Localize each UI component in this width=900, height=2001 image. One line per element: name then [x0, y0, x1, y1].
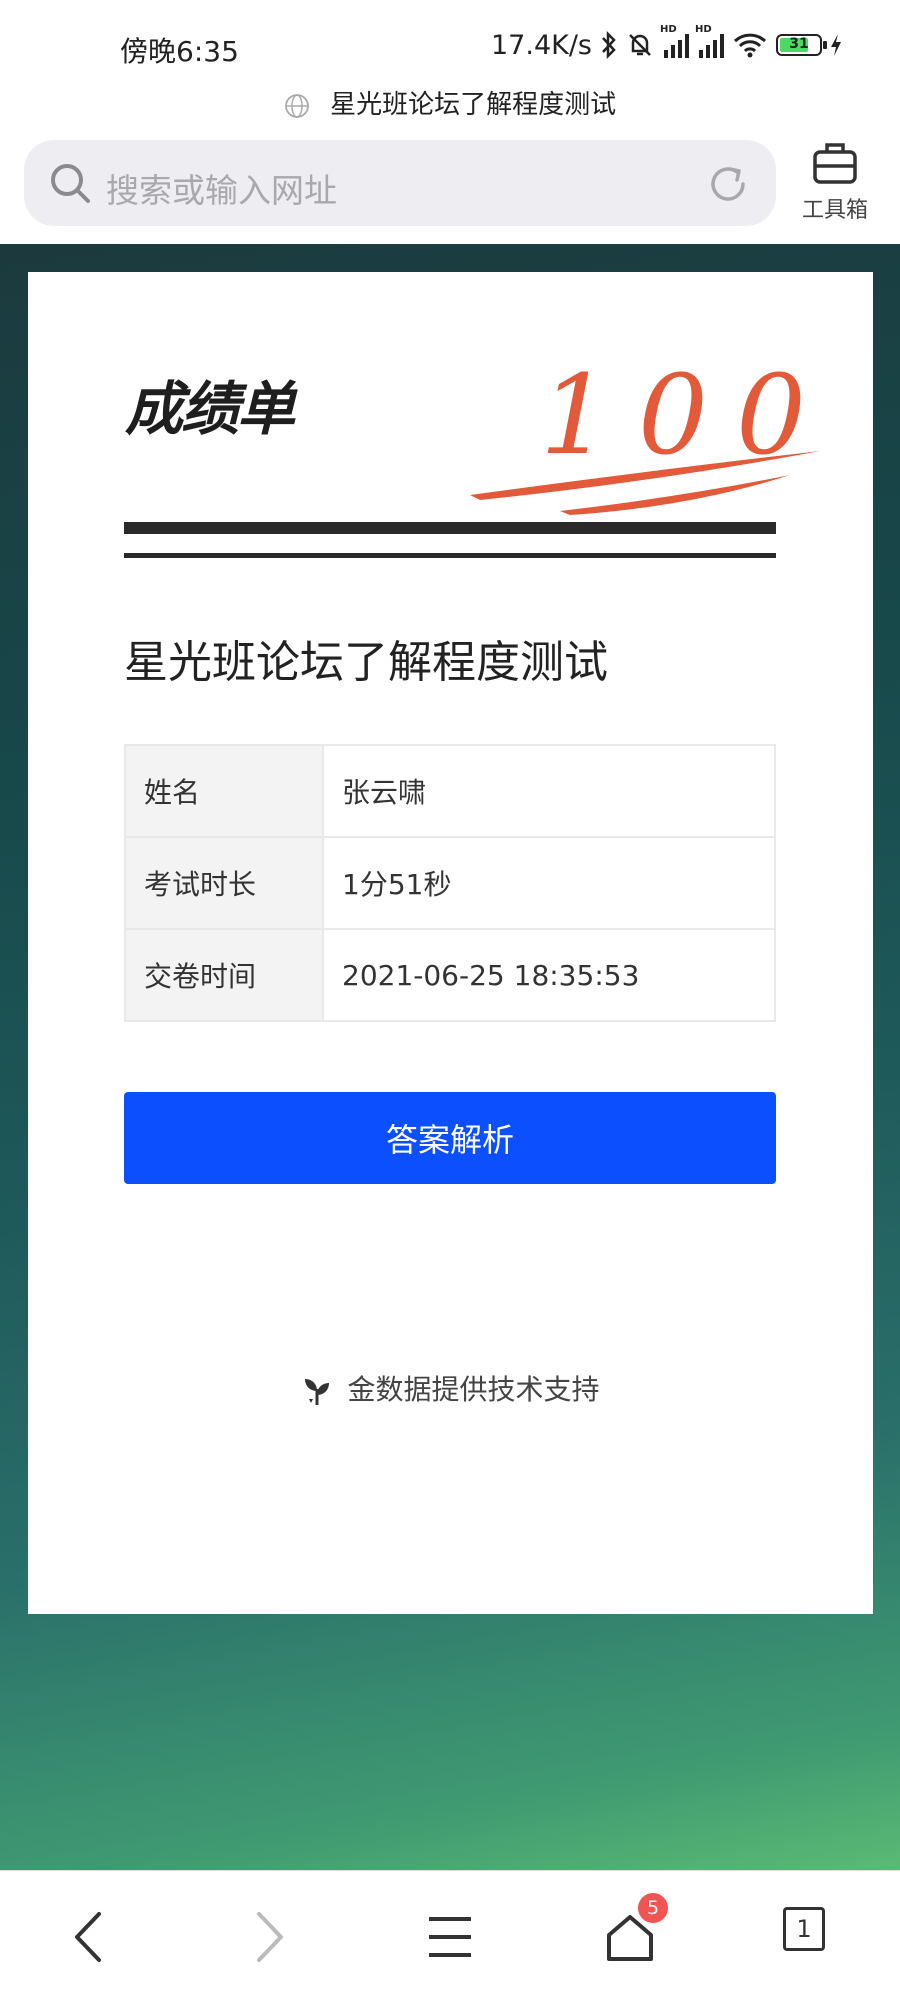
answer-analysis-button[interactable]: 答案解析	[124, 1092, 776, 1184]
notification-badge: 5	[638, 1893, 668, 1923]
chevron-right-icon	[257, 1912, 283, 1962]
signal-2-icon: HD	[695, 24, 724, 58]
table-row: 交卷时间 2021-06-25 18:35:53	[124, 928, 776, 1022]
url-bar[interactable]: 搜索或输入网址	[24, 140, 776, 226]
report-logo: 成绩单	[125, 375, 295, 443]
toolbox-icon	[813, 143, 857, 184]
net-speed: 17.4K/s	[491, 29, 592, 61]
bluetooth-icon	[602, 31, 616, 59]
sprout-icon	[304, 1379, 329, 1405]
support-text[interactable]: 金数据提供技术支持	[347, 1373, 599, 1406]
row-key: 考试时长	[124, 836, 324, 930]
table-row: 姓名 张云啸	[124, 744, 776, 838]
menu-icon	[429, 1917, 471, 1957]
toolbox-label: 工具箱	[801, 198, 868, 223]
divider-thin	[124, 553, 776, 558]
globe-icon	[284, 93, 309, 118]
table-row: 考试时长 1分51秒	[124, 836, 776, 930]
quiz-title: 星光班论坛了解程度测试	[124, 637, 608, 688]
row-value: 1分51秒	[322, 836, 776, 930]
tab-count: 1	[783, 1907, 825, 1951]
row-key: 姓名	[124, 744, 324, 838]
refresh-icon[interactable]	[706, 162, 750, 206]
signal-1-icon: HD	[660, 24, 689, 58]
tabs-button[interactable]: 1	[780, 1907, 840, 1967]
back-button[interactable]	[58, 1907, 118, 1967]
row-value: 2021-06-25 18:35:53	[322, 928, 776, 1022]
score-100-art: 100	[470, 355, 820, 515]
charging-icon	[831, 34, 841, 56]
row-value: 张云啸	[322, 744, 776, 838]
status-indicators: 17.4K/s HD HD 31	[491, 24, 842, 62]
divider-thick	[124, 522, 776, 534]
forward-button[interactable]	[240, 1907, 300, 1967]
menu-button[interactable]	[420, 1907, 480, 1967]
score-text: 100	[540, 355, 820, 479]
home-button[interactable]: 5	[600, 1893, 668, 1967]
toolbox-button[interactable]: 工具箱	[790, 140, 880, 224]
bell-muted-icon	[629, 34, 651, 56]
url-placeholder[interactable]: 搜索或输入网址	[106, 164, 337, 212]
wifi-icon	[733, 33, 767, 58]
status-time: 傍晚6:35	[120, 35, 239, 68]
result-table: 姓名 张云啸 考试时长 1分51秒 交卷时间 2021-06-25 18:35:…	[124, 744, 776, 1022]
page-title: 星光班论坛了解程度测试	[330, 90, 617, 120]
bottom-nav: 5 1	[0, 1870, 900, 2001]
battery-level: 31	[789, 36, 809, 52]
status-bar: 傍晚6:35 17.4K/s HD HD 31	[0, 0, 900, 78]
chevron-left-icon	[75, 1912, 101, 1962]
support-footer[interactable]: 金数据提供技术支持	[0, 1368, 900, 1408]
page-title-bar: 星光班论坛了解程度测试	[0, 84, 900, 121]
search-icon	[51, 164, 90, 203]
battery-icon: 31	[776, 34, 827, 56]
row-key: 交卷时间	[124, 928, 324, 1022]
